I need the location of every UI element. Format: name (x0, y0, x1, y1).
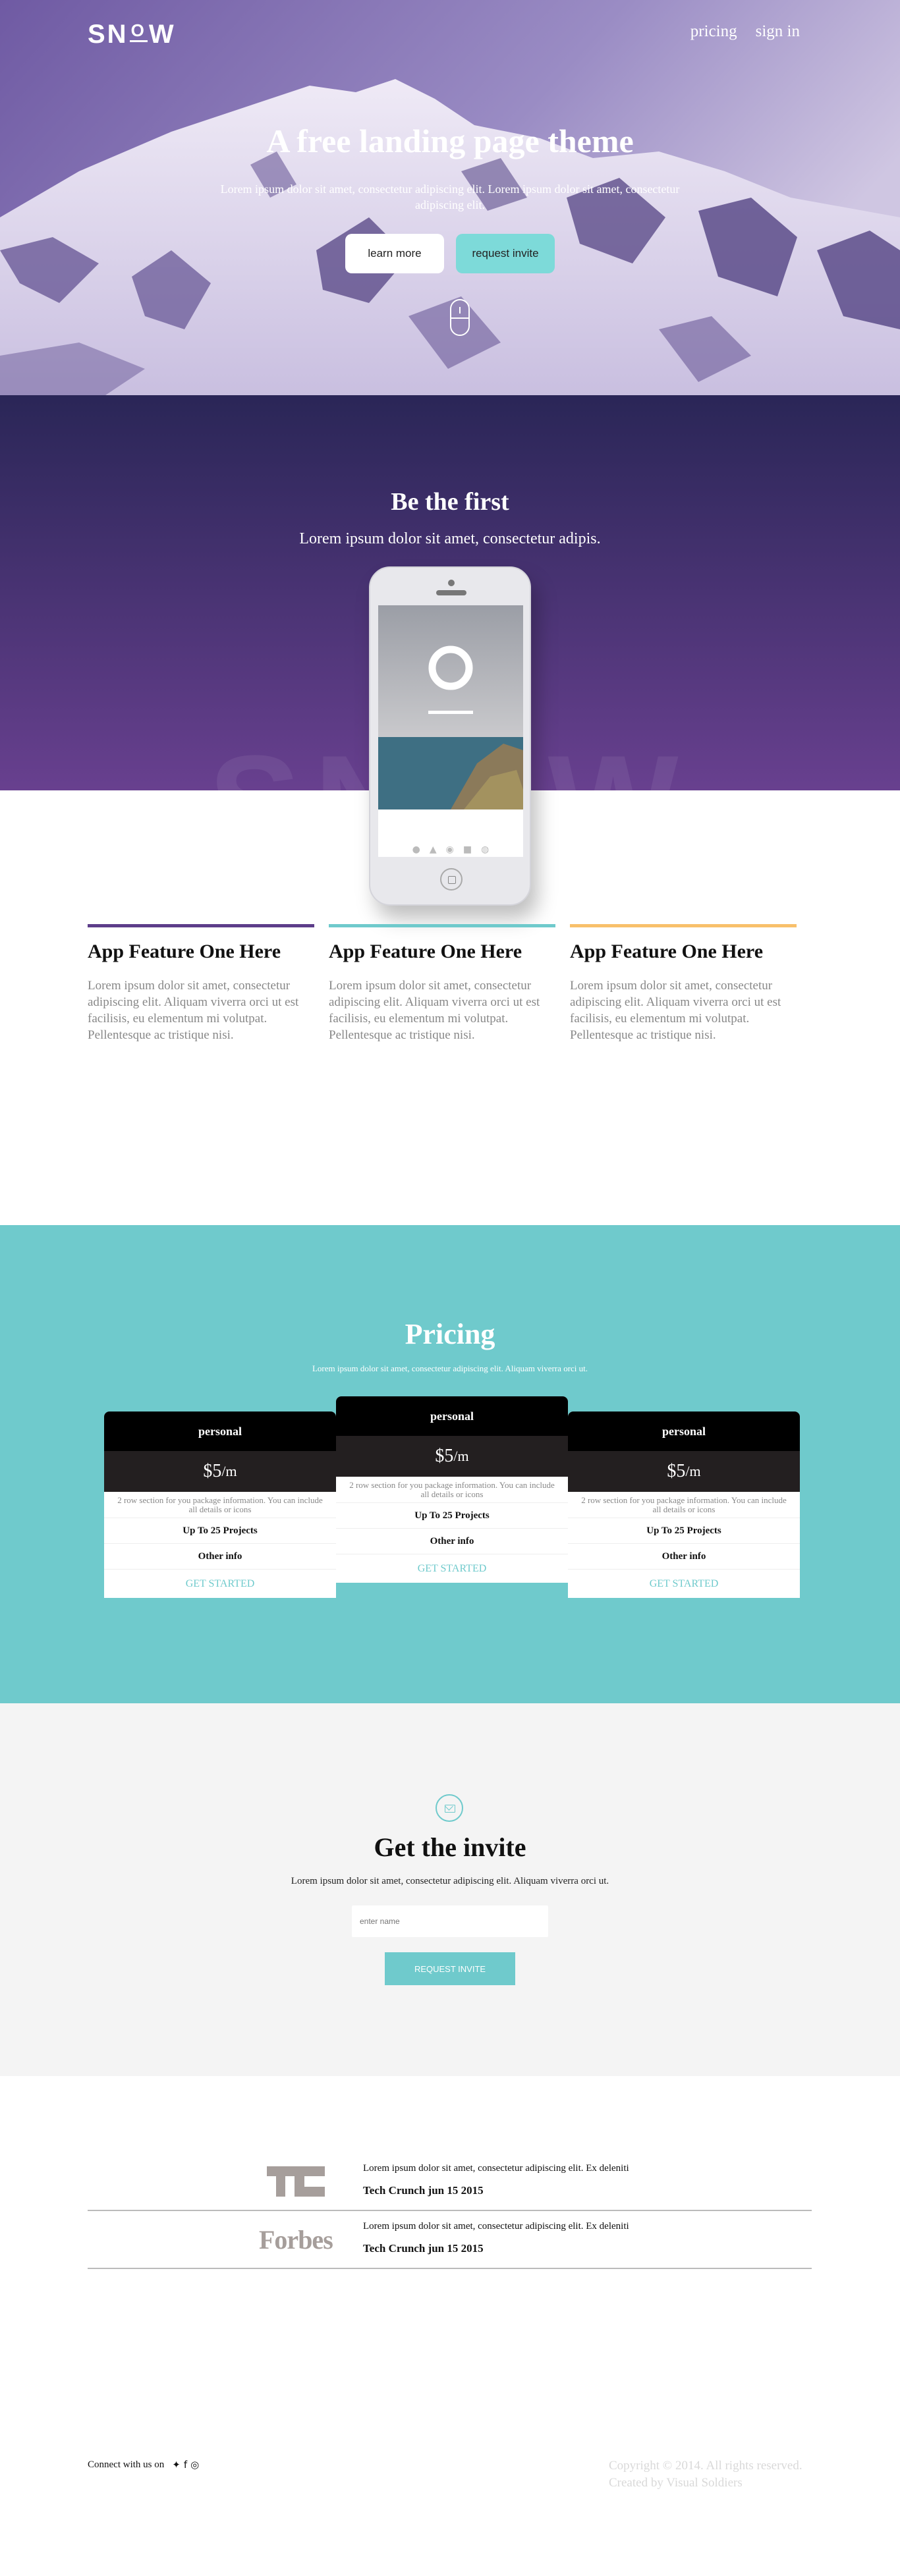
invite-section: Get the invite Lorem ipsum dolor sit ame… (0, 1703, 900, 2076)
nav-link-pricing[interactable]: pricing (690, 22, 737, 41)
price-amount: $5 (435, 1446, 454, 1466)
feature-card: App Feature One Here Lorem ipsum dolor s… (88, 924, 314, 1043)
pricing-card-featured: personal $5/m 2 row section for you pack… (336, 1396, 568, 1583)
phone-mockup: ● ▲ ◉ ■ ◍ (369, 566, 531, 906)
techcrunch-logo (267, 2166, 325, 2197)
plan-description: 2 row section for you package informatio… (104, 1492, 336, 1518)
get-started-button[interactable]: GET STARTED (568, 1570, 800, 1598)
feature-card: App Feature One Here Lorem ipsum dolor s… (570, 924, 797, 1043)
plan-name: personal (104, 1411, 336, 1451)
feature-accent-bar (88, 924, 314, 927)
plan-feature: Other info (568, 1544, 800, 1570)
price-amount: $5 (203, 1461, 222, 1481)
features-row: App Feature One Here Lorem ipsum dolor s… (88, 924, 797, 1043)
connect-label: Connect with us on (88, 2459, 165, 2470)
feature-title: App Feature One Here (88, 941, 281, 962)
globe-icon: ◉ (445, 844, 454, 855)
plan-price: $5/m (568, 1451, 800, 1492)
mail-icon (436, 1794, 463, 1822)
image-icon: ■ (463, 844, 472, 855)
nav-link-sign-in[interactable]: sign in (756, 22, 800, 41)
social-connect: Connect with us on ✦ f ◎ (88, 2459, 199, 2471)
pricing-card: personal $5/m 2 row section for you pack… (104, 1411, 336, 1598)
instagram-icon[interactable]: ◎ (190, 2459, 199, 2471)
be-first-subtitle: Lorem ipsum dolor sit amet, consectetur … (299, 530, 601, 547)
nav-links: pricing sign in (690, 22, 800, 41)
plan-description: 2 row section for you package informatio… (568, 1492, 800, 1518)
forbes-logo: Forbes (259, 2225, 333, 2255)
plan-feature: Other info (104, 1544, 336, 1570)
price-period: /m (453, 1448, 469, 1464)
feature-title: App Feature One Here (570, 941, 764, 962)
hero-buttons: learn more request invite (0, 234, 900, 273)
feature-accent-bar (329, 924, 555, 927)
plan-description: 2 row section for you package informatio… (336, 1477, 568, 1503)
plan-price: $5/m (104, 1451, 336, 1492)
plan-name: personal (336, 1396, 568, 1436)
scroll-mouse-icon[interactable] (450, 299, 470, 336)
price-period: /m (221, 1463, 237, 1479)
hero-section: SN O W pricing sign in A free landing page… (0, 0, 900, 395)
press-row: Forbes Lorem ipsum dolor sit amet, conse… (88, 2211, 812, 2269)
name-input[interactable] (352, 1905, 548, 1937)
pricing-card: personal $5/m 2 row section for you pack… (568, 1411, 800, 1598)
logo[interactable]: SN O W (88, 20, 176, 49)
plan-price: $5/m (336, 1436, 568, 1477)
press-quote: Lorem ipsum dolor sit amet, consectetur … (363, 2163, 629, 2174)
twitter-icon[interactable]: ✦ (172, 2459, 181, 2471)
hero-subtitle: Lorem ipsum dolor sit amet, consectetur … (220, 182, 680, 211)
press-source: Tech Crunch jun 15 2015 (363, 2184, 484, 2197)
facebook-icon[interactable]: f (184, 2459, 187, 2471)
press-quote: Lorem ipsum dolor sit amet, consectetur … (363, 2221, 629, 2232)
press-section: Lorem ipsum dolor sit amet, consectetur … (0, 2076, 900, 2444)
plan-feature: Up To 25 Projects (336, 1503, 568, 1529)
user-icon: ● (412, 844, 420, 855)
twitter-icon: ▲ (429, 844, 437, 855)
copyright-text: Copyright © 2014. All rights reserved. (609, 2459, 802, 2473)
invite-title: Get the invite (374, 1832, 526, 1862)
be-first-section: SNOW Be the first Lorem ipsum dolor sit … (0, 395, 900, 1225)
plan-feature: Up To 25 Projects (568, 1518, 800, 1544)
plan-feature: Up To 25 Projects (104, 1518, 336, 1544)
feature-accent-bar (570, 924, 797, 927)
phone-camera (448, 580, 455, 586)
pricing-section: Pricing Lorem ipsum dolor sit amet, cons… (0, 1225, 900, 1703)
footer: Connect with us on ✦ f ◎ Copyright © 201… (0, 2444, 900, 2576)
request-invite-submit-button[interactable]: REQUEST INVITE (385, 1952, 515, 1985)
learn-more-button[interactable]: learn more (345, 234, 444, 273)
feature-text: Lorem ipsum dolor sit amet, consectetur … (88, 979, 299, 1042)
phone-home-button (440, 868, 463, 891)
press-row: Lorem ipsum dolor sit amet, consectetur … (88, 2153, 812, 2211)
be-first-title: Be the first (391, 488, 509, 516)
pricing-title: Pricing (405, 1318, 495, 1350)
top-nav: SN O W pricing sign in (0, 0, 900, 63)
phone-screen: ● ▲ ◉ ■ ◍ (378, 605, 523, 857)
get-started-button[interactable]: GET STARTED (104, 1570, 336, 1598)
get-started-button[interactable]: GET STARTED (336, 1554, 568, 1583)
feature-title: App Feature One Here (329, 941, 522, 962)
price-amount: $5 (667, 1461, 686, 1481)
phone-screen-image (378, 605, 523, 809)
invite-subtitle: Lorem ipsum dolor sit amet, consectetur … (291, 1876, 609, 1886)
plan-name: personal (568, 1411, 800, 1451)
hero-title: A free landing page theme (266, 123, 634, 159)
social-icons: ✦ f ◎ (172, 2459, 199, 2471)
feature-text: Lorem ipsum dolor sit amet, consectetur … (570, 979, 781, 1042)
credit-text: Created by Visual Soldiers (609, 2476, 743, 2490)
settings-icon: ◍ (481, 844, 490, 855)
pricing-subtitle: Lorem ipsum dolor sit amet, consectetur … (312, 1363, 588, 1373)
press-source: Tech Crunch jun 15 2015 (363, 2242, 484, 2255)
price-period: /m (685, 1463, 701, 1479)
phone-speaker (436, 590, 466, 595)
plan-feature: Other info (336, 1529, 568, 1554)
app-icon-row: ● ▲ ◉ ■ ◍ (378, 842, 523, 857)
feature-text: Lorem ipsum dolor sit amet, consectetur … (329, 979, 540, 1042)
request-invite-button[interactable]: request invite (456, 234, 555, 273)
copyright: Copyright © 2014. All rights reserved. C… (609, 2457, 802, 2492)
feature-card: App Feature One Here Lorem ipsum dolor s… (329, 924, 555, 1043)
